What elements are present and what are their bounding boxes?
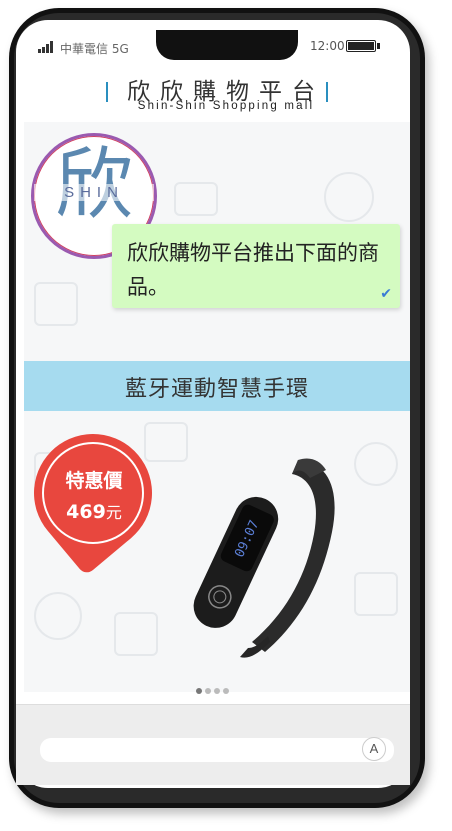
carousel-indicator[interactable] xyxy=(196,688,229,694)
price-text: 特惠價 469元 xyxy=(40,466,148,523)
chat-message-bubble: 欣欣購物平台推出下面的商品。 ✔ xyxy=(112,224,400,308)
logo-text: SHIN xyxy=(34,184,154,201)
carousel-dot[interactable] xyxy=(214,688,220,694)
carrier-label: 中華電信 5G xyxy=(60,42,129,56)
carousel-dot[interactable] xyxy=(223,688,229,694)
clock: 12:00 xyxy=(310,39,345,53)
price-unit: 元 xyxy=(105,503,122,522)
product-name-banner: 藍牙運動智慧手環 xyxy=(24,361,410,411)
price-value: 469 xyxy=(66,501,106,523)
chat-message-text: 欣欣購物平台推出下面的商品。 xyxy=(127,241,379,299)
battery-icon xyxy=(346,40,380,52)
font-size-button[interactable]: A xyxy=(362,737,386,761)
check-icon: ✔ xyxy=(380,286,392,302)
product-image-smart-band[interactable]: 09:07 xyxy=(190,452,340,662)
message-input[interactable] xyxy=(40,738,394,762)
app-subtitle: Shin-Shin Shopping mall xyxy=(137,100,315,112)
status-bar: 中華電信 5G 12:00 xyxy=(0,38,452,58)
carousel-dot[interactable] xyxy=(196,688,202,694)
product-name: 藍牙運動智慧手環 xyxy=(124,377,309,402)
signal-icon xyxy=(38,41,53,53)
carousel-dot[interactable] xyxy=(205,688,211,694)
price-label: 特惠價 xyxy=(65,470,123,492)
